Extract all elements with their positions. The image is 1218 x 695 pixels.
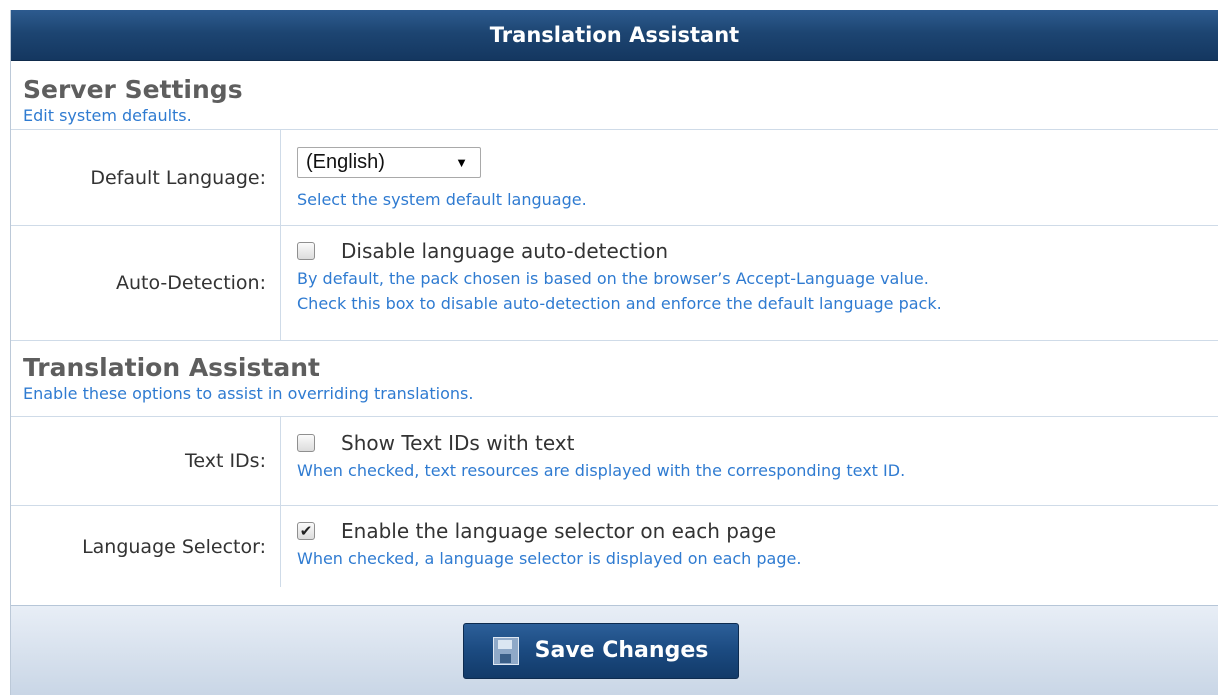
floppy-disk-icon — [492, 636, 519, 665]
translation-assistant-description: Enable these options to assist in overri… — [23, 384, 474, 403]
text-ids-label: Text IDs: — [11, 417, 281, 505]
server-settings-section-header: Server Settings Edit system defaults. — [11, 61, 1218, 129]
translation-assistant-title: Translation Assistant — [23, 353, 320, 382]
server-settings-title: Server Settings — [23, 75, 243, 104]
language-selector-label: Language Selector: — [11, 506, 281, 587]
show-text-ids-checkbox[interactable] — [297, 434, 315, 452]
language-selector-help: When checked, a language selector is dis… — [297, 549, 802, 568]
text-ids-row: Text IDs: Show Text IDs with text When c… — [11, 416, 1218, 505]
save-changes-label: Save Changes — [534, 638, 709, 663]
translation-assistant-panel: Translation Assistant Server Settings Ed… — [10, 10, 1218, 695]
panel-title: Translation Assistant — [489, 23, 740, 47]
default-language-selected: (English) — [306, 151, 385, 173]
enable-language-selector-checkbox[interactable]: ✔ — [297, 522, 315, 540]
save-changes-button[interactable]: Save Changes — [462, 622, 739, 679]
dropdown-arrow-icon: ▼ — [455, 155, 468, 170]
translation-assistant-section-header: Translation Assistant Enable these optio… — [11, 341, 473, 416]
auto-detection-help-line1: By default, the pack chosen is based on … — [297, 269, 929, 288]
default-language-select[interactable]: (English) ▼ — [297, 147, 481, 178]
default-language-label: Default Language: — [11, 130, 281, 225]
auto-detection-help-line2: Check this box to disable auto-detection… — [297, 294, 942, 313]
text-ids-help: When checked, text resources are display… — [297, 461, 906, 480]
default-language-help: Select the system default language. — [297, 190, 587, 209]
auto-detection-row: Auto-Detection: Disable language auto-de… — [11, 225, 1218, 340]
form-footer: Save Changes — [11, 605, 1218, 695]
disable-auto-detection-checkbox[interactable] — [297, 242, 315, 260]
enable-language-selector-label[interactable]: Enable the language selector on each pag… — [341, 519, 776, 543]
language-selector-row: Language Selector: ✔ Enable the language… — [11, 505, 1218, 587]
auto-detection-label: Auto-Detection: — [11, 226, 281, 340]
server-settings-description: Edit system defaults. — [23, 106, 192, 125]
disable-auto-detection-label[interactable]: Disable language auto-detection — [341, 239, 668, 263]
show-text-ids-label[interactable]: Show Text IDs with text — [341, 431, 574, 455]
panel-title-bar: Translation Assistant — [11, 10, 1218, 61]
default-language-row: Default Language: (English) ▼ Select the… — [11, 129, 1218, 225]
translation-assistant-section-wrap: Translation Assistant Enable these optio… — [11, 340, 1218, 416]
